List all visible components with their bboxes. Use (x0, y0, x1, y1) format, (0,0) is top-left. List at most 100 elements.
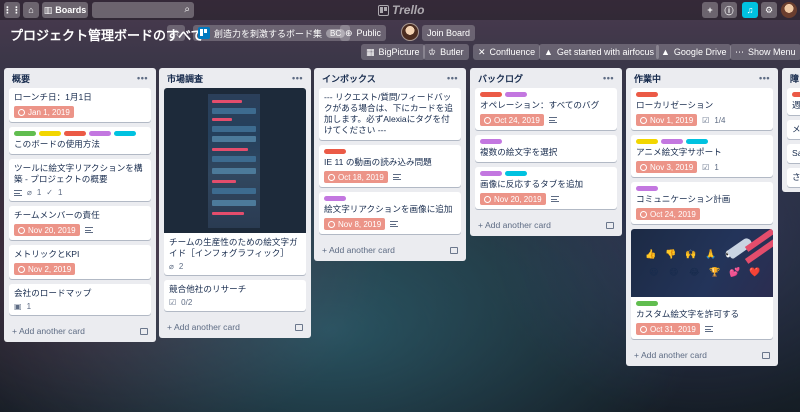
add-card-button[interactable]: + Add another card (9, 320, 151, 342)
card[interactable]: ツールに絵文字リアクションを構築 - プロジェクトの概要 ⌀ 1 ✓ 1 (9, 159, 151, 201)
label-purple[interactable] (636, 186, 658, 191)
list-header[interactable]: 障 (787, 68, 800, 88)
card[interactable]: メ (787, 120, 800, 139)
list-header[interactable]: 概要 ••• (9, 68, 151, 88)
card[interactable]: ローンチ日：1月1日 Jan 1, 2019 (9, 88, 151, 122)
label-sky[interactable] (505, 171, 527, 176)
add-card-button[interactable]: + Add another card (631, 344, 773, 366)
label-sky[interactable] (114, 131, 136, 136)
card[interactable]: チームの生産性のための絵文字ガイド［インフォグラフィック］ ⌀ 2 (164, 88, 306, 275)
label-purple[interactable] (661, 139, 683, 144)
card-template-icon[interactable] (140, 327, 148, 335)
card-labels[interactable] (324, 196, 456, 201)
label-purple[interactable] (480, 139, 502, 144)
boards-button[interactable]: ▥ Boards (42, 2, 88, 18)
card[interactable]: Sa (787, 144, 800, 163)
due-date-badge[interactable]: Nov 1, 2019 (636, 114, 698, 126)
list-title[interactable]: インボックス (322, 72, 376, 85)
gear-icon[interactable]: ⚙ (761, 2, 777, 18)
card[interactable]: 競合他社のリサーチ ☑ 0/2 (164, 280, 306, 311)
due-date-badge[interactable]: Nov 20, 2019 (480, 193, 546, 205)
card[interactable]: 画像に反応するタブを追加 Nov 20, 2019 (475, 167, 617, 209)
visibility-button[interactable]: ⊕ Public (340, 25, 387, 41)
card[interactable]: ローカリゼーション Nov 1, 2019 ☑ 1/4 (631, 88, 773, 130)
due-date-badge[interactable]: Nov 3, 2019 (636, 161, 698, 173)
label-purple[interactable] (324, 196, 346, 201)
add-card-button[interactable]: + Add another card (475, 214, 617, 236)
due-date-badge[interactable]: Oct 31, 2019 (636, 323, 700, 335)
list-menu-icon[interactable]: ••• (603, 73, 614, 83)
join-board-button[interactable]: Join Board (422, 25, 476, 41)
search-input[interactable]: ⌕ (92, 2, 194, 18)
card[interactable]: 絵文字リアクションを画像に追加 Nov 8, 2019 (319, 192, 461, 234)
due-date-badge[interactable]: Jan 1, 2019 (14, 106, 74, 118)
card-template-icon[interactable] (762, 351, 770, 359)
due-date-badge[interactable]: Nov 8, 2019 (324, 218, 386, 230)
card-labels[interactable] (636, 92, 768, 97)
card[interactable]: 👍 👎 🙌 🙏 👀 😃 😄 😂 🏆 💕 ❤️ カスタム絵文字を許可する Oct … (631, 229, 773, 339)
member-avatar[interactable] (401, 23, 419, 41)
card-labels[interactable] (480, 92, 612, 97)
star-icon[interactable]: ☆ (167, 25, 185, 41)
label-purple[interactable] (505, 92, 527, 97)
user-avatar[interactable] (781, 2, 797, 18)
plus-icon[interactable]: + (702, 2, 718, 18)
card[interactable]: --- リクエスト/質問/フィードバックがある場合は、下にカードを追加します。必… (319, 88, 461, 140)
label-purple[interactable] (480, 171, 502, 176)
card-labels[interactable] (324, 149, 456, 154)
card-template-icon[interactable] (606, 221, 614, 229)
label-purple[interactable] (89, 131, 111, 136)
powerup-google-drive[interactable]: ▲ Google Drive (656, 44, 732, 60)
card[interactable]: 複数の絵文字を選択 (475, 135, 617, 162)
card[interactable]: さ (787, 168, 800, 187)
list-title[interactable]: 概要 (12, 72, 30, 85)
list-menu-icon[interactable]: ••• (447, 73, 458, 83)
label-red[interactable] (480, 92, 502, 97)
list-header[interactable]: 作業中 ••• (631, 68, 773, 88)
card-template-icon[interactable] (450, 246, 458, 254)
card-labels[interactable] (636, 186, 768, 191)
trello-logo[interactable]: Trello (378, 3, 424, 17)
label-sky[interactable] (686, 139, 708, 144)
card[interactable]: このボードの使用方法 (9, 127, 151, 154)
label-yellow[interactable] (636, 139, 658, 144)
list-header[interactable]: バックログ ••• (475, 68, 617, 88)
add-card-button[interactable]: + Add another card (319, 239, 461, 261)
label-green[interactable] (14, 131, 36, 136)
list-header[interactable]: 市場調査 ••• (164, 68, 306, 88)
card[interactable]: オペレーション：すべてのバグ Oct 24, 2019 (475, 88, 617, 130)
powerup-butler[interactable]: ♔ Butler (423, 44, 469, 60)
card[interactable]: コミュニケーション計画 Oct 24, 2019 (631, 182, 773, 224)
label-green[interactable] (636, 301, 658, 306)
card-template-icon[interactable] (295, 323, 303, 331)
powerup-airfocus[interactable]: ▲ Get started with airfocus (539, 44, 659, 60)
card-labels[interactable] (636, 139, 768, 144)
label-red[interactable] (64, 131, 86, 136)
list-title[interactable]: バックログ (478, 72, 523, 85)
list-menu-icon[interactable]: ••• (292, 73, 303, 83)
powerup-confluence[interactable]: ✕ Confluence (473, 44, 541, 60)
list-title[interactable]: 障 (790, 72, 799, 85)
due-date-badge[interactable]: Oct 24, 2019 (480, 114, 544, 126)
add-card-button[interactable]: + Add another card (164, 316, 306, 338)
info-icon[interactable]: ⓘ (721, 2, 737, 18)
bell-icon[interactable]: ♫ (742, 2, 758, 18)
apps-grid-icon[interactable]: ⋮⋮ (3, 2, 21, 18)
card-labels[interactable] (14, 131, 146, 136)
team-button[interactable]: 創造力を刺激するボード集 BC (193, 25, 351, 41)
show-menu-button[interactable]: ⋯ Show Menu (730, 44, 800, 60)
card[interactable]: 週 (787, 88, 800, 115)
label-yellow[interactable] (39, 131, 61, 136)
card-labels[interactable] (792, 92, 800, 97)
card-labels[interactable] (480, 139, 612, 144)
due-date-badge[interactable]: Oct 24, 2019 (636, 208, 700, 220)
due-date-badge[interactable]: Nov 2, 2019 (14, 263, 76, 275)
list-header[interactable]: インボックス ••• (319, 68, 461, 88)
card[interactable]: アニメ絵文字サポート Nov 3, 2019 ☑ 1 (631, 135, 773, 177)
label-red[interactable] (636, 92, 658, 97)
powerup-bigpicture[interactable]: ▦ BigPicture (361, 44, 425, 60)
list-title[interactable]: 市場調査 (167, 72, 203, 85)
card[interactable]: チームメンバーの責任 Nov 20, 2019 (9, 206, 151, 240)
list-menu-icon[interactable]: ••• (759, 73, 770, 83)
card[interactable]: メトリックとKPI Nov 2, 2019 (9, 245, 151, 279)
